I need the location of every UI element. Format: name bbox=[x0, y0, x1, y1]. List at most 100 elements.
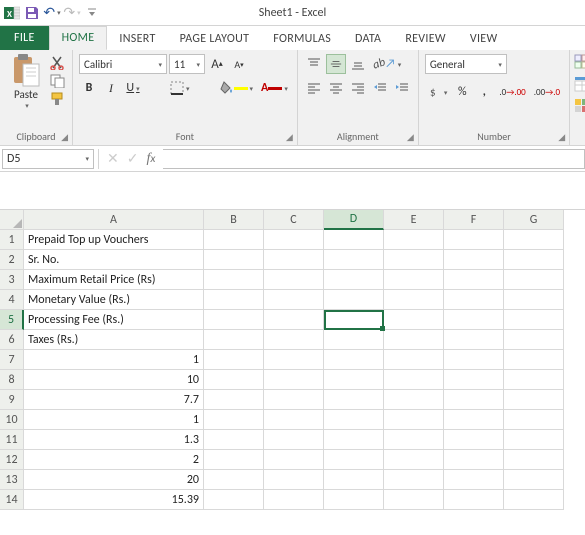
cell[interactable]: 20 bbox=[24, 470, 204, 490]
column-header[interactable]: F bbox=[444, 210, 504, 230]
paste-button[interactable]: Paste ▾ bbox=[6, 54, 46, 128]
row-header[interactable]: 14 bbox=[0, 490, 24, 510]
cell[interactable] bbox=[204, 450, 264, 470]
cell[interactable] bbox=[504, 290, 564, 310]
column-header[interactable]: A bbox=[24, 210, 204, 230]
row-header[interactable]: 11 bbox=[0, 430, 24, 450]
cell[interactable] bbox=[504, 410, 564, 430]
column-header[interactable]: E bbox=[384, 210, 444, 230]
cell[interactable] bbox=[204, 250, 264, 270]
paste-dropdown-icon[interactable]: ▾ bbox=[25, 101, 29, 110]
cell[interactable] bbox=[324, 230, 384, 250]
row-header[interactable]: 8 bbox=[0, 370, 24, 390]
cell[interactable] bbox=[384, 470, 444, 490]
cell[interactable] bbox=[264, 370, 324, 390]
cell[interactable] bbox=[264, 270, 324, 290]
borders-button[interactable]: ▾ bbox=[167, 78, 193, 98]
cell[interactable] bbox=[264, 350, 324, 370]
row-header[interactable]: 12 bbox=[0, 450, 24, 470]
cell[interactable] bbox=[324, 310, 384, 330]
cell[interactable] bbox=[204, 330, 264, 350]
row-header[interactable]: 4 bbox=[0, 290, 24, 310]
fill-color-button[interactable]: ▾ bbox=[217, 78, 257, 98]
cell[interactable] bbox=[204, 470, 264, 490]
row-header[interactable]: 9 bbox=[0, 390, 24, 410]
tab-file[interactable]: FILE bbox=[0, 26, 49, 50]
row-header[interactable]: 1 bbox=[0, 230, 24, 250]
cell[interactable] bbox=[384, 330, 444, 350]
cell[interactable] bbox=[384, 410, 444, 430]
cell[interactable] bbox=[504, 250, 564, 270]
cell[interactable] bbox=[384, 490, 444, 510]
row-header[interactable]: 13 bbox=[0, 470, 24, 490]
cell[interactable] bbox=[504, 470, 564, 490]
name-box[interactable]: D5▾ bbox=[2, 149, 94, 169]
cell[interactable] bbox=[324, 370, 384, 390]
qat-customize-icon[interactable] bbox=[84, 5, 100, 21]
font-name-combo[interactable]: Calibri▾ bbox=[79, 54, 167, 74]
tab-insert[interactable]: INSERT bbox=[107, 28, 167, 50]
cell[interactable] bbox=[504, 430, 564, 450]
cell[interactable] bbox=[264, 410, 324, 430]
tab-review[interactable]: REVIEW bbox=[393, 28, 458, 50]
comma-format-icon[interactable]: , bbox=[474, 82, 494, 102]
cell[interactable]: 15.39 bbox=[24, 490, 204, 510]
align-bottom-icon[interactable] bbox=[348, 54, 368, 74]
cell[interactable] bbox=[264, 390, 324, 410]
align-top-icon[interactable] bbox=[304, 54, 324, 74]
cell[interactable] bbox=[264, 290, 324, 310]
tab-view[interactable]: VIEW bbox=[458, 28, 510, 50]
column-header[interactable]: D bbox=[324, 210, 384, 230]
cell[interactable] bbox=[444, 350, 504, 370]
cell[interactable]: Sr. No. bbox=[24, 250, 204, 270]
row-header[interactable]: 10 bbox=[0, 410, 24, 430]
percent-format-icon[interactable]: % bbox=[452, 82, 472, 102]
align-right-icon[interactable] bbox=[348, 78, 368, 98]
cell[interactable] bbox=[324, 290, 384, 310]
redo-icon[interactable]: ↷▾ bbox=[64, 5, 80, 21]
cell[interactable] bbox=[444, 330, 504, 350]
cell[interactable] bbox=[504, 230, 564, 250]
cell[interactable] bbox=[384, 370, 444, 390]
bold-button[interactable]: B bbox=[79, 78, 99, 98]
number-launcher-icon[interactable]: ◢ bbox=[558, 132, 565, 143]
cell-styles-icon[interactable] bbox=[574, 98, 585, 114]
cell[interactable] bbox=[504, 270, 564, 290]
row-header[interactable]: 5 bbox=[0, 310, 24, 330]
cell[interactable] bbox=[444, 290, 504, 310]
cell[interactable] bbox=[444, 310, 504, 330]
cell[interactable] bbox=[444, 430, 504, 450]
tab-data[interactable]: DATA bbox=[343, 28, 393, 50]
cell[interactable]: 7.7 bbox=[24, 390, 204, 410]
cell[interactable] bbox=[444, 270, 504, 290]
cell[interactable] bbox=[204, 270, 264, 290]
cell[interactable] bbox=[504, 450, 564, 470]
align-middle-icon[interactable] bbox=[326, 54, 346, 74]
cell[interactable] bbox=[504, 310, 564, 330]
cell[interactable] bbox=[204, 290, 264, 310]
cell[interactable]: 1 bbox=[24, 350, 204, 370]
tab-formulas[interactable]: FORMULAS bbox=[261, 28, 343, 50]
format-table-icon[interactable] bbox=[574, 76, 585, 92]
orientation-icon[interactable]: ab↗▾ bbox=[370, 54, 404, 74]
cell[interactable] bbox=[384, 350, 444, 370]
cell[interactable] bbox=[384, 450, 444, 470]
cell[interactable] bbox=[504, 390, 564, 410]
cell[interactable] bbox=[324, 410, 384, 430]
cell[interactable] bbox=[264, 450, 324, 470]
cut-icon[interactable] bbox=[50, 56, 66, 70]
spreadsheet-grid[interactable]: ABCDEFG1Prepaid Top up Vouchers2Sr. No.3… bbox=[0, 210, 585, 510]
cell[interactable] bbox=[264, 250, 324, 270]
row-header[interactable]: 3 bbox=[0, 270, 24, 290]
cell[interactable] bbox=[384, 310, 444, 330]
cell[interactable] bbox=[384, 270, 444, 290]
cell[interactable] bbox=[264, 430, 324, 450]
cell[interactable] bbox=[264, 310, 324, 330]
cell[interactable]: 2 bbox=[24, 450, 204, 470]
insert-function-icon[interactable]: fx bbox=[146, 151, 155, 167]
cell[interactable] bbox=[444, 230, 504, 250]
align-center-icon[interactable] bbox=[326, 78, 346, 98]
font-color-button[interactable]: A▾ bbox=[258, 78, 291, 98]
cell[interactable]: Taxes (Rs.) bbox=[24, 330, 204, 350]
cell[interactable] bbox=[444, 250, 504, 270]
